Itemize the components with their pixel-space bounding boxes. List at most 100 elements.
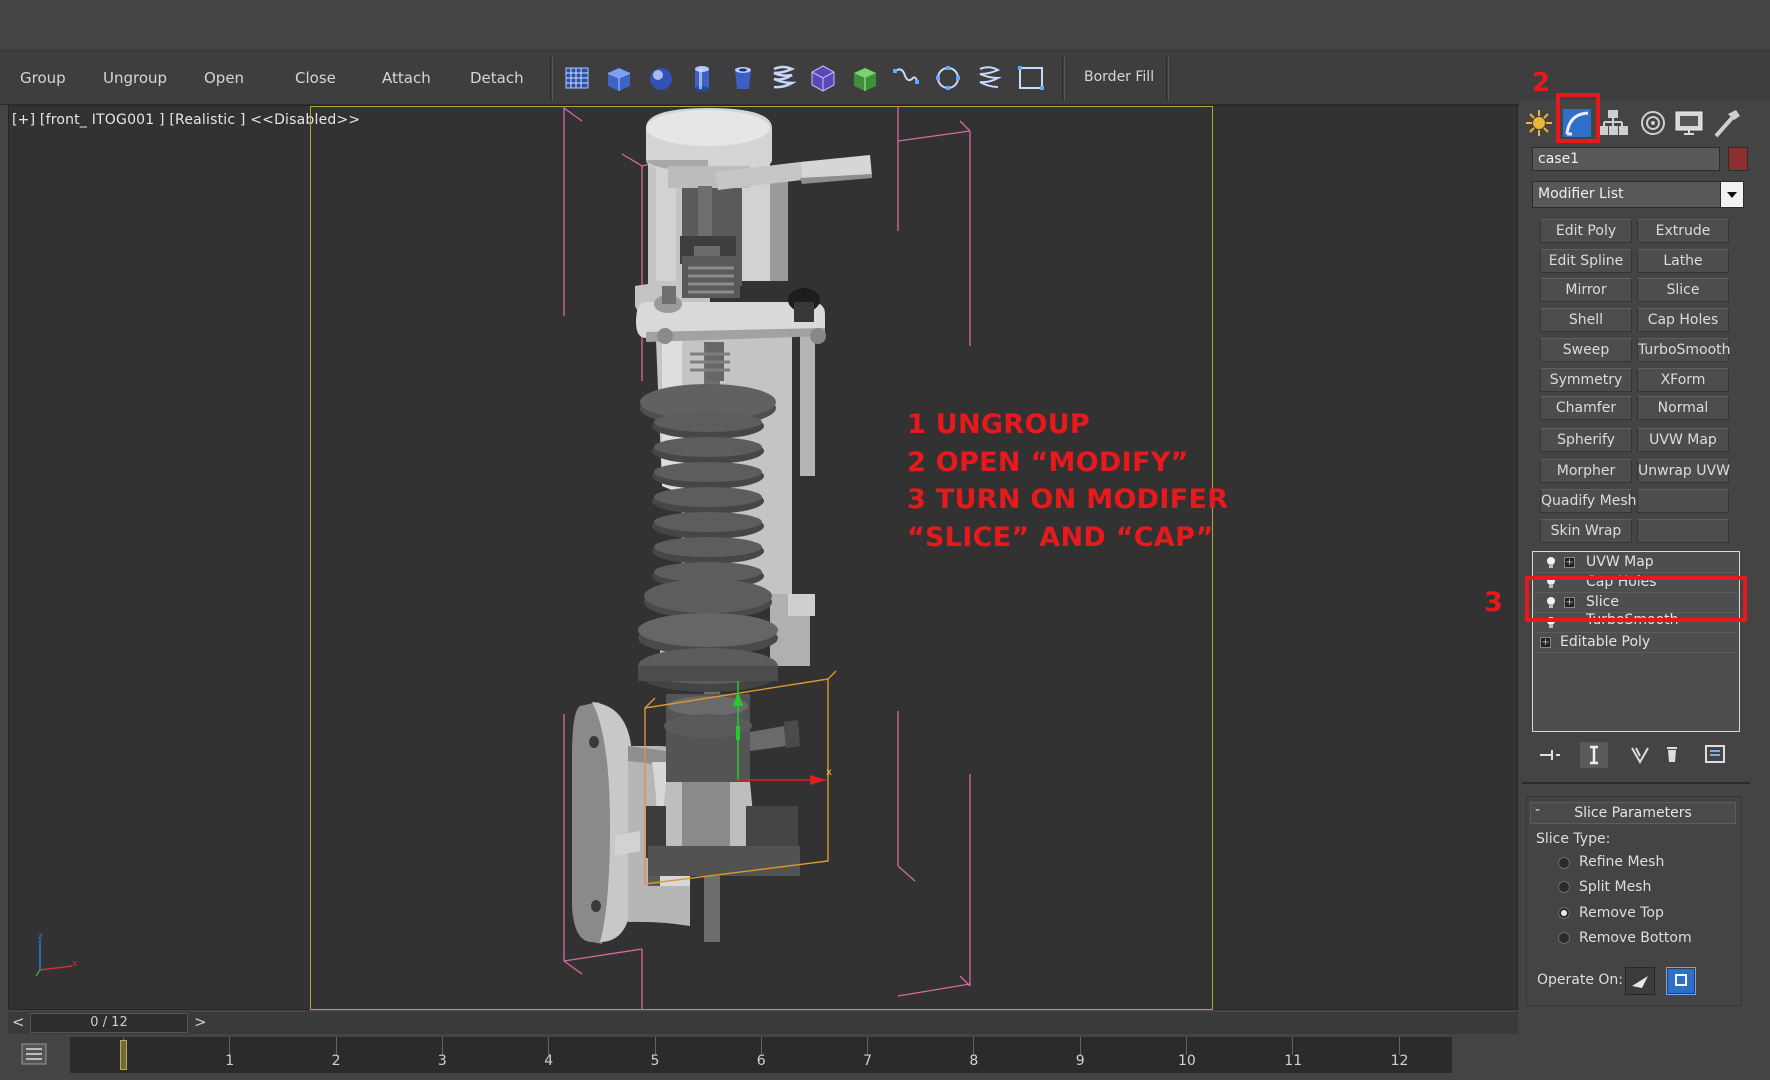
group-button[interactable]: Group (20, 69, 66, 87)
hierarchy-icon[interactable] (1596, 106, 1630, 140)
refine-mesh-label[interactable]: Refine Mesh (1579, 854, 1664, 870)
box-icon[interactable] (602, 61, 636, 95)
modifier-button[interactable]: Skin Wrap (1540, 519, 1632, 543)
modifier-button[interactable]: Lathe (1637, 249, 1729, 273)
operate-on-poly-button[interactable] (1666, 967, 1696, 995)
valve-cap (646, 108, 872, 190)
lightbulb-icon[interactable] (1546, 556, 1556, 569)
frame-tick-label: 4 (544, 1053, 554, 1069)
frame-tick-label: 8 (969, 1053, 979, 1069)
split-mesh-label[interactable]: Split Mesh (1579, 879, 1651, 895)
modifier-button[interactable]: Cap Holes (1637, 308, 1729, 332)
geosphere-icon[interactable] (806, 61, 840, 95)
modifier-list-dropdown[interactable]: Modifier List (1532, 181, 1744, 208)
instruction-step-1: 1 UNGROUP (907, 409, 1091, 440)
stack-item-uvw-map[interactable]: + UVW Map (1534, 553, 1738, 573)
modifier-button[interactable]: Symmetry (1540, 368, 1632, 392)
modifier-button[interactable]: Sweep (1540, 338, 1632, 362)
modifier-button[interactable]: Edit Spline (1540, 249, 1632, 273)
modifier-button[interactable]: Quadify Mesh (1540, 489, 1637, 513)
object-color-swatch[interactable] (1728, 147, 1748, 171)
make-unique-icon[interactable] (1626, 742, 1654, 768)
instruction-step-3: 3 TURN ON MODIFER (907, 484, 1229, 515)
spring-icon[interactable] (766, 61, 800, 95)
border-fill-button[interactable]: Border Fill (1084, 69, 1154, 85)
previous-frame-button[interactable]: < (12, 1013, 25, 1031)
ungroup-button[interactable]: Ungroup (103, 69, 167, 87)
next-frame-button[interactable]: > (194, 1013, 207, 1031)
remove-top-radio[interactable] (1558, 907, 1570, 919)
display-icon[interactable] (1672, 106, 1706, 140)
current-frame-marker[interactable] (120, 1040, 127, 1070)
modifier-button[interactable]: UVW Map (1637, 428, 1729, 452)
remove-bottom-label[interactable]: Remove Bottom (1579, 930, 1692, 946)
viewport-label[interactable]: [+] [front_ ITOG001 ] [Realistic ] <<Dis… (12, 112, 360, 128)
modifier-button[interactable]: Shell (1540, 308, 1632, 332)
open-button[interactable]: Open (204, 69, 244, 87)
operate-on-face-button[interactable] (1625, 967, 1655, 995)
step-2-marker: 2 (1532, 68, 1551, 98)
remove-modifier-icon[interactable] (1658, 742, 1686, 768)
attach-button[interactable]: Attach (382, 69, 431, 87)
object-name-field[interactable]: case1 (1532, 147, 1720, 171)
sphere-icon[interactable] (644, 61, 678, 95)
configure-sets-icon[interactable] (1702, 742, 1730, 768)
safety-valve-model[interactable]: x (310, 106, 1213, 1010)
modifier-button[interactable]: Edit Poly (1540, 219, 1632, 243)
helix-icon[interactable] (972, 61, 1006, 95)
time-slider[interactable]: 0 / 12 (30, 1013, 188, 1033)
svg-text:x: x (72, 959, 78, 969)
modifier-button[interactable] (1637, 519, 1729, 543)
pin-stack-icon[interactable] (1536, 742, 1564, 768)
remove-bottom-radio[interactable] (1558, 932, 1570, 944)
remove-top-label[interactable]: Remove Top (1579, 905, 1664, 921)
split-mesh-radio[interactable] (1558, 881, 1570, 893)
slice-parameters-header[interactable]: Slice Parameters (1530, 802, 1736, 824)
detach-button[interactable]: Detach (470, 69, 524, 87)
frame-tick-label: 7 (863, 1053, 873, 1069)
modifier-button[interactable]: Slice (1637, 278, 1729, 302)
modifier-button[interactable]: XForm (1637, 368, 1729, 392)
polygon-square-icon (1668, 969, 1694, 993)
frame-tick-label: 9 (1075, 1053, 1085, 1069)
expand-icon[interactable]: + (1540, 637, 1551, 648)
panel-divider (1522, 782, 1750, 784)
collapse-icon[interactable]: - (1535, 802, 1540, 818)
grid-icon[interactable] (560, 61, 594, 95)
modifier-button[interactable]: Unwrap UVW (1637, 459, 1730, 483)
instruction-annotation: 1 UNGROUP 2 OPEN “MODIFY” 3 TURN ON MODI… (907, 406, 1228, 556)
curve-editor-icon[interactable] (20, 1040, 48, 1068)
close-button[interactable]: Close (295, 69, 336, 87)
slice-highlight (1525, 576, 1747, 622)
modifier-button[interactable]: Normal (1637, 396, 1729, 420)
main-toolbar: Group Ungroup Open Close Attach Detach B… (0, 50, 1770, 105)
cylinder-icon[interactable] (685, 61, 719, 95)
modifier-button[interactable]: Spherify (1540, 428, 1632, 452)
expand-icon[interactable]: + (1564, 557, 1575, 568)
motion-icon[interactable] (1636, 106, 1670, 140)
modifier-button[interactable]: Extrude (1637, 219, 1729, 243)
rectangle-spline-icon[interactable] (1014, 61, 1048, 95)
stack-item-editable-poly[interactable]: + Editable Poly (1534, 633, 1738, 653)
tube-icon[interactable] (726, 61, 760, 95)
chevron-down-icon[interactable] (1720, 182, 1743, 207)
show-end-result-icon[interactable] (1580, 742, 1608, 768)
modifier-button[interactable] (1637, 489, 1729, 513)
toolbar-separator (1166, 57, 1169, 101)
modifier-button[interactable]: TurboSmooth (1637, 338, 1731, 362)
modifier-button[interactable]: Mirror (1540, 278, 1632, 302)
modifier-button[interactable]: Chamfer (1540, 396, 1632, 420)
title-bar (0, 0, 1770, 50)
modify-tab-highlight (1556, 93, 1600, 143)
create-icon[interactable] (1522, 106, 1556, 140)
circle-spline-icon[interactable] (931, 61, 965, 95)
stack-item-label: Editable Poly (1560, 634, 1651, 650)
line-spline-icon[interactable] (889, 61, 923, 95)
step-3-marker: 3 (1484, 587, 1503, 618)
toolbar-separator (1062, 57, 1065, 101)
utilities-icon[interactable] (1710, 106, 1744, 140)
modifier-button[interactable]: Morpher (1540, 459, 1632, 483)
cube-green-icon[interactable] (848, 61, 882, 95)
time-slider-bar (8, 1012, 1518, 1034)
refine-mesh-radio[interactable] (1558, 857, 1570, 869)
